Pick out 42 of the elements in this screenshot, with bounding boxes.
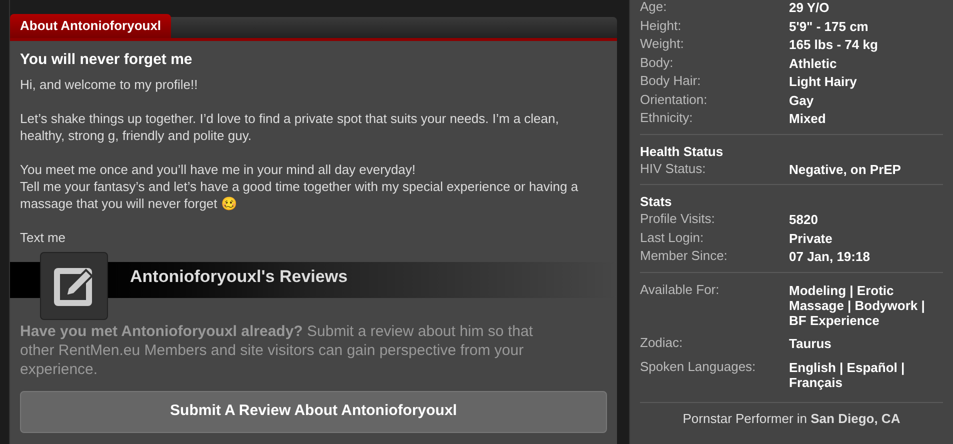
detail-label: Orientation: [640, 90, 708, 108]
detail-label: Spoken Languages: [640, 358, 757, 376]
detail-label: Available For: [640, 280, 720, 298]
review-prompt: Have you met Antonioforyouxl already? Submit a review about him so that other RentMen.eu Members and site visitors can gain perspective from your experience. [20, 322, 534, 378]
detail-label: Zodiac: [640, 334, 684, 352]
detail-value: Taurus [789, 334, 832, 352]
description-text: Hi, and welcome to my profile!! [20, 76, 199, 92]
detail-value: Athletic [789, 54, 837, 72]
detail-value: 5820 [789, 211, 818, 228]
reviews-title: Antonioforyouxl's Reviews [130, 266, 348, 288]
detail-label: Profile Visits: [640, 210, 716, 228]
detail-value: Negative, on PrEP [789, 160, 901, 178]
detail-value: 5'9" - 175 cm [789, 18, 868, 35]
description-text: Tell me your fantasy’s and let’s have a good time together with my special experience or having a massage that you will never forget 🥴 [20, 178, 580, 212]
description-text: You meet me once and you’ll have me in your mind all day everyday! [20, 160, 417, 178]
edit-icon [40, 252, 108, 320]
detail-label: HIV Status: [640, 160, 707, 178]
location-text: Pornstar Performer in San Diego, CA [682, 411, 900, 426]
description-text: Let’s shake things up together. I’d love to find a private spot that suits your needs. I’m a clean, healthy, strong g, friendly and polite guy. [20, 110, 560, 144]
detail-label: Body Hair: [640, 72, 702, 90]
detail-value: Modeling | Erotic Massage | Bodywork | BF Experience [789, 282, 926, 328]
section-heading: Health Status [640, 142, 724, 160]
detail-label: Last Login: [640, 228, 705, 247]
detail-value: 29 Y/O [789, 0, 830, 16]
section-heading: Stats [640, 193, 673, 210]
detail-value: Gay [789, 92, 814, 109]
detail-label: Ethnicity: [640, 109, 694, 127]
detail-value: 165 lbs - 74 kg [789, 36, 878, 54]
detail-label: Weight: [640, 35, 685, 53]
submit-review-button[interactable]: Submit A Review About Antonioforyouxl [20, 390, 607, 432]
detail-label: Age: [640, 0, 668, 16]
detail-value: Mixed [789, 110, 826, 128]
detail-label: Member Since: [640, 247, 728, 265]
detail-label: Height: [640, 16, 682, 35]
detail-value: Private [789, 230, 832, 247]
profile-tab[interactable]: About Antonioforyouxl [10, 14, 172, 38]
detail-label: Body: [640, 54, 674, 72]
detail-value: 07 Jan, 19:18 [789, 248, 870, 266]
detail-value: Light Hairy [789, 73, 857, 90]
profile-headline: You will never forget me [20, 50, 194, 70]
description-text: Text me [20, 228, 67, 246]
detail-value: English | Español | Français [789, 359, 906, 390]
